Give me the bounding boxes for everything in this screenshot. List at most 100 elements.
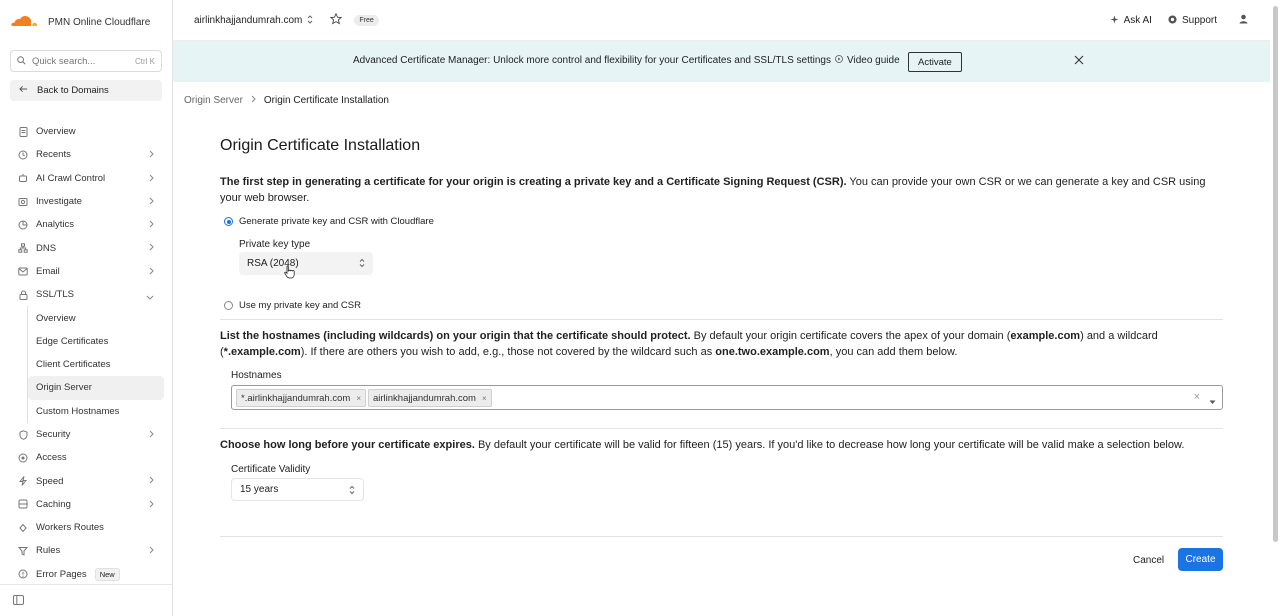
csr-intro-bold: The first step in generating a certifica… [220,176,847,188]
chevron-right-icon [149,220,154,231]
divider [220,428,1223,429]
vertical-scrollbar[interactable] [1273,6,1278,542]
chevron-right-icon [149,546,154,557]
user-icon[interactable] [1239,14,1248,27]
example-wildcard: *.example.com [223,346,301,358]
cancel-button[interactable]: Cancel [1126,549,1171,571]
remove-chip-icon[interactable]: × [356,394,361,403]
certificate-validity-select[interactable]: 15 years [231,478,364,501]
video-guide-link[interactable]: Video guide [835,55,900,66]
mail-icon [18,266,28,276]
create-button[interactable]: Create [1178,548,1223,571]
sidebar-item-ssl-tls[interactable]: SSL/TLS [10,283,164,306]
new-badge: New [94,567,120,581]
certificate-validity-value: 15 years [240,484,279,495]
private-key-type-select[interactable]: RSA (2048) [239,252,373,279]
back-label: Back to Domains [37,85,109,96]
sidebar-item-label: Caching [36,498,71,510]
chevron-right-icon [149,243,154,254]
back-arrow-icon [19,85,28,96]
clear-all-icon[interactable]: × [1194,391,1200,403]
sidebar-item-analytics[interactable]: Analytics [10,213,164,236]
sidebar-item-workers-routes[interactable]: Workers Routes [10,516,164,539]
example-domain: example.com [1010,330,1081,342]
sidebar-item-access[interactable]: Access [10,446,164,469]
search-box[interactable]: Ctrl K [10,50,162,72]
search-shortcut: Ctrl K [135,56,155,66]
star-icon[interactable] [330,12,343,28]
sidebar-item-ai-crawl-control[interactable]: AI Crawl Control [10,167,164,190]
chart-icon [18,220,28,230]
activate-button[interactable]: Activate [908,52,962,72]
generate-csr-label: Generate private key and CSR with Cloudf… [239,216,434,227]
sidebar-item-caching[interactable]: Caching [10,493,164,516]
page-title: Origin Certificate Installation [220,137,421,154]
sidebar-item-email[interactable]: Email [10,260,164,283]
sidebar-item-label: AI Crawl Control [36,172,106,184]
close-icon[interactable] [1074,55,1084,68]
back-to-domains-button[interactable]: Back to Domains [10,80,162,101]
sidebar-subitem-origin-server[interactable]: Origin Server [28,376,164,400]
breadcrumb: Origin Server Origin Certificate Install… [184,95,389,106]
workers-icon [18,523,28,533]
collapse-sidebar-icon[interactable] [13,594,24,608]
own-csr-radio[interactable] [224,301,233,310]
sidebar-subitem-overview[interactable]: Overview [28,306,164,329]
sidebar-subitem-label: Custom Hostnames [36,405,120,417]
sidebar-item-speed[interactable]: Speed [10,469,164,492]
sidebar-item-security[interactable]: Security [10,423,164,446]
sidebar-item-rules[interactable]: Rules [10,539,164,562]
expiry-intro-rest: By default your certificate will be vali… [474,439,1185,451]
remove-chip-icon[interactable]: × [482,394,487,403]
ask-ai-button[interactable]: Ask AI [1110,14,1152,27]
play-icon [835,55,843,66]
sidebar-item-label: SSL/TLS [36,289,75,301]
updown-icon [359,258,365,271]
sidebar: PMN Online Cloudflare Ctrl K Back to Dom… [0,0,173,616]
sidebar-footer [0,584,172,616]
search-input[interactable] [32,55,122,67]
video-guide-label: Video guide [847,55,900,66]
brand[interactable]: PMN Online Cloudflare [10,12,150,32]
chevron-right-icon [149,430,154,441]
sidebar-item-overview[interactable]: Overview [10,120,164,143]
expiry-intro-bold: Choose how long before your certificate … [220,439,475,451]
sidebar-subitem-edge-certificates[interactable]: Edge Certificates [28,330,164,353]
breadcrumb-origin-server[interactable]: Origin Server [184,95,243,106]
generate-csr-radio[interactable] [224,217,233,226]
sidebar-item-label: Email [36,265,60,277]
plan-badge: Free [354,14,379,26]
account-name: PMN Online Cloudflare [48,16,151,28]
access-icon [18,453,28,463]
sidebar-subitem-client-certificates[interactable]: Client Certificates [28,353,164,376]
bolt-icon [18,476,28,486]
sidebar-item-error-pages[interactable]: Error Pages New [10,563,164,586]
generate-csr-option[interactable]: Generate private key and CSR with Cloudf… [224,216,434,227]
sidebar-subitem-label: Edge Certificates [36,335,109,347]
sidebar-item-recents[interactable]: Recents [10,143,164,166]
ssl-tls-submenu: Overview Edge Certificates Client Certif… [27,306,164,423]
rules-icon [18,546,28,556]
sidebar-item-investigate[interactable]: Investigate [10,190,164,213]
chevron-down-icon[interactable] [1209,394,1216,408]
chevron-right-icon [149,500,154,511]
own-csr-option[interactable]: Use my private key and CSR [224,300,361,311]
sidebar-item-label: Recents [36,149,71,161]
chevron-right-icon [149,174,154,185]
example-nested: one.two.example.com [715,346,830,358]
sidebar-item-label: Workers Routes [36,522,104,534]
hostnames-input[interactable]: *.airlinkhajjandumrah.com × airlinkhajja… [231,385,1223,410]
sidebar-subitem-label: Origin Server [36,382,92,394]
divider [220,536,1223,537]
divider [220,319,1223,320]
sidebar-subitem-custom-hostnames[interactable]: Custom Hostnames [28,400,164,423]
hostname-chip-label: airlinkhajjandumrah.com [373,392,476,404]
updown-icon[interactable] [307,13,313,27]
sidebar-item-dns[interactable]: DNS [10,236,164,259]
support-button[interactable]: Support [1168,14,1217,27]
clock-icon [18,150,28,160]
sidebar-item-label: Investigate [36,196,82,208]
domain-selector[interactable]: airlinkhajjandumrah.com [194,15,302,26]
hostnames-label: Hostnames [231,370,282,381]
sidebar-nav: Overview Recents AI Crawl Control Invest… [10,120,164,586]
